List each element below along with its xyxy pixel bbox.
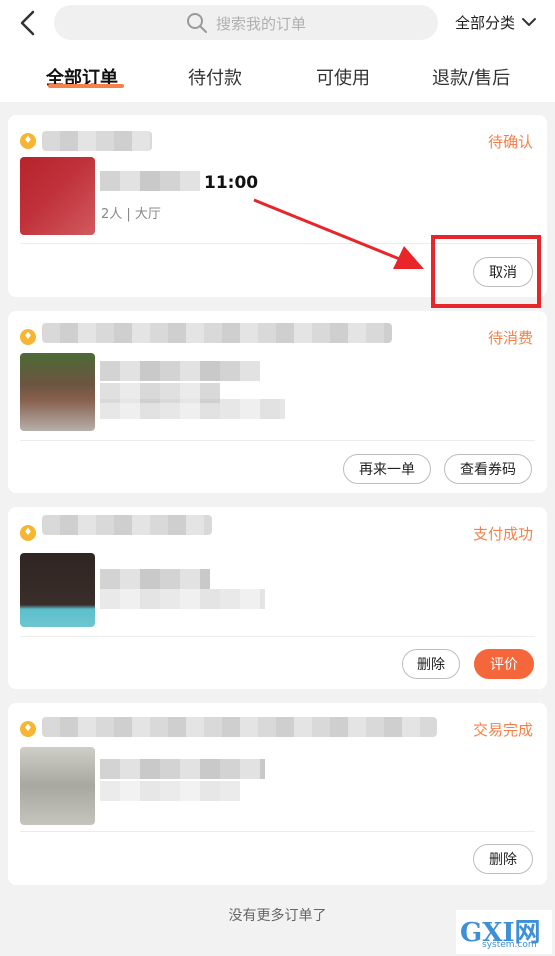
order-tabs: 全部订单 待付款 可使用 退款/售后 [0, 48, 555, 102]
card-divider [20, 440, 535, 441]
order-search-input[interactable]: 搜索我的订单 [54, 5, 438, 40]
order-info-blurred [100, 399, 285, 419]
shop-name[interactable] [42, 717, 437, 737]
reorder-button[interactable]: 再来一单 [343, 454, 431, 484]
card-divider [20, 831, 535, 832]
review-button[interactable]: 评价 [474, 649, 534, 679]
annotation-highlight-box [431, 235, 541, 308]
shop-thumbnail[interactable] [20, 747, 95, 825]
view-voucher-button[interactable]: 查看券码 [444, 454, 532, 484]
order-status: 交易完成 [472, 721, 533, 739]
shop-thumbnail[interactable] [20, 157, 95, 235]
order-status: 待确认 [487, 133, 533, 151]
shop-icon: ♦ [20, 721, 36, 737]
chevron-down-icon [522, 18, 536, 26]
reservation-time: 11:00 [204, 173, 259, 193]
shop-name[interactable] [42, 515, 212, 535]
restaurant-icon: ♦ [20, 133, 36, 149]
shop-name[interactable] [42, 131, 152, 151]
search-placeholder: 搜索我的订单 [216, 15, 307, 33]
card-divider [20, 636, 535, 637]
top-bar: 搜索我的订单 全部分类 [0, 0, 555, 48]
tab-refund[interactable]: 退款/售后 [432, 64, 510, 90]
shop-name[interactable] [42, 323, 392, 343]
watermark-sub: system.com [482, 940, 537, 950]
order-status: 待消费 [487, 329, 533, 347]
order-title-blurred [100, 759, 265, 779]
order-card[interactable]: ♦ 待消费 再来一单 查看券码 [8, 311, 547, 493]
order-card[interactable]: ♦ 交易完成 删除 [8, 703, 547, 885]
reservation-detail: 2人 | 大厅 [101, 207, 161, 222]
back-arrow-icon[interactable] [14, 8, 44, 38]
order-info-blurred [100, 589, 265, 609]
order-title-blurred [100, 569, 210, 589]
shop-thumbnail[interactable] [20, 353, 95, 431]
tab-pending-payment[interactable]: 待付款 [188, 64, 242, 90]
shop-icon: ♦ [20, 525, 36, 541]
delete-button[interactable]: 删除 [402, 649, 460, 679]
search-icon [187, 13, 207, 33]
category-dropdown[interactable]: 全部分类 [455, 12, 536, 33]
order-info-blurred [100, 781, 240, 801]
tab-usable[interactable]: 可使用 [316, 64, 370, 90]
order-status: 支付成功 [472, 525, 533, 543]
delete-button[interactable]: 删除 [473, 844, 533, 874]
order-title-blurred [100, 361, 260, 381]
order-card[interactable]: ♦ 支付成功 删除 评价 [8, 507, 547, 689]
restaurant-icon: ♦ [20, 329, 36, 345]
shop-thumbnail[interactable] [20, 553, 95, 627]
order-title-blurred [100, 171, 200, 191]
watermark-logo: GXI网 system.com [456, 910, 552, 954]
category-label: 全部分类 [455, 14, 516, 32]
active-tab-indicator [48, 84, 124, 88]
